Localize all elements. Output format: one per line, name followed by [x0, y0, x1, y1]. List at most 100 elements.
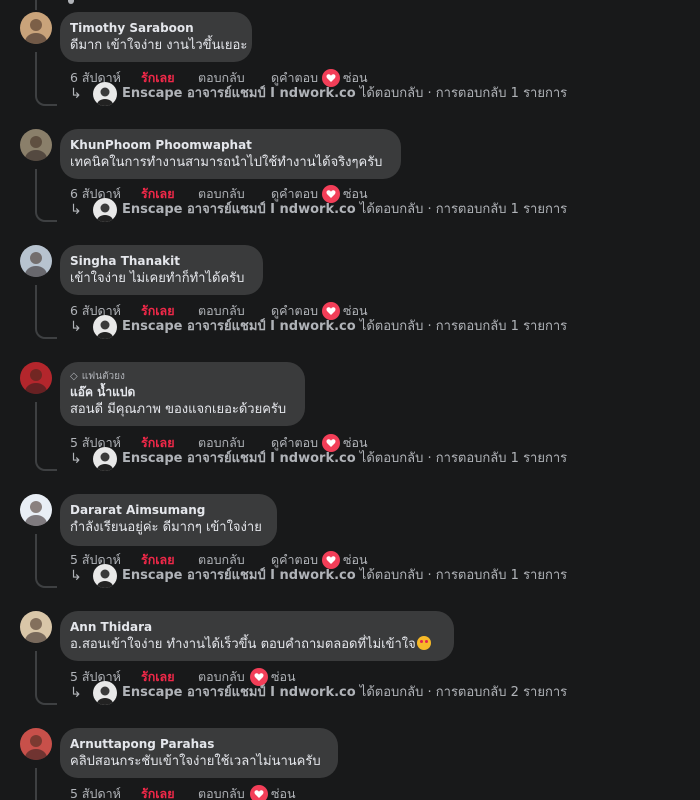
comment-author[interactable]: แอ๊ค น้ำแปด	[70, 384, 293, 400]
page-avatar	[93, 198, 117, 222]
reply-arrow-icon: ↳	[70, 86, 82, 102]
page-avatar	[93, 564, 117, 588]
reply-summary[interactable]: ↳ Enscape อาจารย์แชมป์ I ndwork.co ได้ตอบ…	[70, 315, 630, 339]
reply-summary[interactable]: ↳ Enscape อาจารย์แชมป์ I ndwork.co ได้ตอบ…	[70, 681, 630, 705]
comment-item: KhunPhoom Phoomwaphat เทคนิคในการทำงานสาม…	[0, 129, 700, 236]
comment-author[interactable]: Timothy Saraboon	[70, 20, 240, 36]
hide-button[interactable]: ซ่อน	[271, 785, 296, 800]
comment-actions: 5 สัปดาห์ รักเลย ตอบกลับ ซ่อน	[70, 785, 430, 800]
comment-bubble: Singha Thanakit เข้าใจง่าย ไม่เคยทำก็ทำได…	[60, 245, 263, 295]
comment-author[interactable]: Ann Thidara	[70, 619, 442, 635]
reply-suffix: รายการ	[518, 451, 568, 466]
thread-line	[35, 169, 37, 210]
comment-text: ดีมาก เข้าใจง่าย งานไวขึ้นเยอะ	[70, 36, 247, 55]
page-avatar	[93, 82, 117, 106]
comment-text-body: อ.สอนเข้าใจง่าย ทำงานได้เร็วขึ้น ตอบคำถา…	[70, 637, 416, 652]
reply-summary-text: Enscape อาจารย์แชมป์ I ndwork.co ได้ตอบก…	[122, 564, 567, 588]
thread-line	[35, 768, 37, 800]
thread-connector	[35, 457, 57, 471]
comment-author[interactable]: Dararat Aimsumang	[70, 502, 265, 518]
reply-verb: ได้ตอบกลับ · การตอบกลับ	[355, 685, 511, 700]
thread-line	[35, 285, 37, 327]
reply-suffix: รายการ	[518, 685, 568, 700]
thread-line	[35, 651, 37, 693]
comment-text-body: คลิปสอนกระชับเข้าใจง่ายใช้เวลาไม่นานครับ	[70, 754, 321, 769]
comment-bubble: Timothy Saraboon ดีมาก เข้าใจง่าย งานไวขึ…	[60, 12, 252, 62]
reply-suffix: รายการ	[518, 202, 568, 217]
reply-count: 1	[510, 451, 519, 466]
comment-text-body: ดีมาก เข้าใจง่าย งานไวขึ้นเยอะ	[70, 38, 248, 53]
reply-suffix: รายการ	[518, 86, 568, 101]
comment-timestamp[interactable]: 5 สัปดาห์	[70, 785, 121, 800]
avatar[interactable]	[20, 494, 52, 526]
comment-item: Dararat Aimsumang กำลังเรียนอยู่ค่ะ ดีมาก…	[0, 494, 700, 602]
avatar[interactable]	[20, 362, 52, 394]
thread-connector	[35, 574, 57, 588]
love-reaction-icon[interactable]	[250, 785, 268, 800]
avatar[interactable]	[20, 129, 52, 161]
reply-summary-text: Enscape อาจารย์แชมป์ I ndwork.co ได้ตอบก…	[122, 681, 567, 705]
comment-author[interactable]: Singha Thanakit	[70, 253, 251, 269]
comment-text-body: เข้าใจง่าย ไม่เคยทำก็ทำได้ครับ	[70, 271, 245, 286]
thread-line	[35, 534, 37, 576]
comment-text: สอนดี มีคุณภาพ ของแจกเยอะด้วยครับ	[70, 400, 293, 419]
reply-suffix: รายการ	[518, 319, 568, 334]
comment-bubble: ◇ แฟนตัวยง แอ๊ค น้ำแปด สอนดี มีคุณภาพ ของแจ…	[60, 362, 305, 426]
reply-summary[interactable]: ↳ Enscape อาจารย์แชมป์ I ndwork.co ได้ตอบ…	[70, 82, 630, 106]
reply-summary[interactable]: ↳ Enscape อาจารย์แชมป์ I ndwork.co ได้ตอบ…	[70, 564, 630, 588]
comment-text-body: เทคนิคในการทำงานสามารถนำไปใช้ทำงานได้จริ…	[70, 155, 383, 170]
comment-bubble: Dararat Aimsumang กำลังเรียนอยู่ค่ะ ดีมาก…	[60, 494, 277, 546]
avatar[interactable]	[20, 611, 52, 643]
reply-summary[interactable]: ↳ Enscape อาจารย์แชมป์ I ndwork.co ได้ตอบ…	[70, 447, 630, 471]
avatar[interactable]	[20, 728, 52, 760]
reply-arrow-icon: ↳	[70, 685, 82, 701]
reply-page-name: Enscape อาจารย์แชมป์ I ndwork.co	[122, 86, 356, 101]
comment-bubble: KhunPhoom Phoomwaphat เทคนิคในการทำงานสาม…	[60, 129, 401, 179]
reply-count: 1	[510, 568, 519, 583]
thread-line-top	[35, 0, 37, 10]
reply-suffix: รายการ	[518, 568, 568, 583]
reply-verb: ได้ตอบกลับ · การตอบกลับ	[355, 202, 511, 217]
reply-arrow-icon: ↳	[70, 451, 82, 467]
reply-arrow-icon: ↳	[70, 202, 82, 218]
thread-connector	[35, 691, 57, 705]
page-avatar	[93, 681, 117, 705]
comment-item: ◇ แฟนตัวยง แอ๊ค น้ำแปด สอนดี มีคุณภาพ ของแจ…	[0, 362, 700, 485]
reply-arrow-icon: ↳	[70, 319, 82, 335]
reply-summary-text: Enscape อาจารย์แชมป์ I ndwork.co ได้ตอบก…	[122, 447, 567, 471]
reply-page-name: Enscape อาจารย์แชมป์ I ndwork.co	[122, 685, 356, 700]
reply-count: 1	[510, 202, 519, 217]
reply-verb: ได้ตอบกลับ · การตอบกลับ	[355, 319, 511, 334]
reply-summary-text: Enscape อาจารย์แชมป์ I ndwork.co ได้ตอบก…	[122, 198, 567, 222]
thread-line	[35, 52, 37, 94]
comment-author[interactable]: Arnuttapong Parahas	[70, 736, 326, 752]
comment-item: Singha Thanakit เข้าใจง่าย ไม่เคยทำก็ทำได…	[0, 245, 700, 353]
reply-count: 2	[510, 685, 519, 700]
comment-bubble: Arnuttapong Parahas คลิปสอนกระชับเข้าใจง่…	[60, 728, 338, 778]
avatar[interactable]	[20, 12, 52, 44]
comment-item: Ann Thidara อ.สอนเข้าใจง่าย ทำงานได้เร็วข…	[0, 611, 700, 719]
page-avatar	[93, 447, 117, 471]
reply-verb: ได้ตอบกลับ · การตอบกลับ	[355, 568, 511, 583]
thread-line	[35, 402, 37, 459]
reply-summary-text: Enscape อาจารย์แชมป์ I ndwork.co ได้ตอบก…	[122, 82, 567, 106]
smiling-face-with-hearts-icon	[416, 636, 431, 650]
reply-button[interactable]: ตอบกลับ	[198, 785, 245, 800]
reply-arrow-icon: ↳	[70, 568, 82, 584]
comment-text: คลิปสอนกระชับเข้าใจง่ายใช้เวลาไม่นานครับ	[70, 752, 326, 771]
reply-verb: ได้ตอบกลับ · การตอบกลับ	[355, 86, 511, 101]
page-avatar	[93, 315, 117, 339]
comment-text: อ.สอนเข้าใจง่าย ทำงานได้เร็วขึ้น ตอบคำถา…	[70, 635, 442, 654]
comment-feed: Timothy Saraboon ดีมาก เข้าใจง่าย งานไวขึ…	[0, 0, 700, 800]
comment-item: Timothy Saraboon ดีมาก เข้าใจง่าย งานไวขึ…	[0, 12, 700, 120]
reply-page-name: Enscape อาจารย์แชมป์ I ndwork.co	[122, 568, 356, 583]
comment-text: เข้าใจง่าย ไม่เคยทำก็ทำได้ครับ	[70, 269, 251, 288]
comment-author[interactable]: KhunPhoom Phoomwaphat	[70, 137, 389, 153]
thread-connector	[35, 325, 57, 339]
like-button[interactable]: รักเลย	[141, 785, 175, 800]
avatar[interactable]	[20, 245, 52, 277]
reply-page-name: Enscape อาจารย์แชมป์ I ndwork.co	[122, 202, 356, 217]
thread-connector	[35, 208, 57, 222]
diamond-icon: ◇	[70, 371, 78, 382]
reply-summary[interactable]: ↳ Enscape อาจารย์แชมป์ I ndwork.co ได้ตอบ…	[70, 198, 630, 222]
